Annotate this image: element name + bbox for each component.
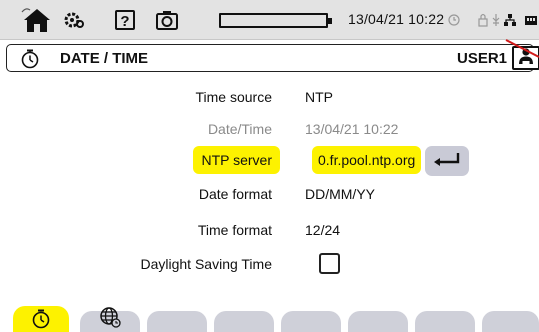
tab-empty-8[interactable] — [482, 311, 539, 332]
ntp-server-field[interactable]: 0.fr.pool.ntp.org — [312, 146, 422, 174]
user-icon — [518, 47, 534, 70]
date-time-label: Date/Time — [207, 121, 272, 137]
globe-tab-icon — [80, 305, 140, 329]
gear-icon[interactable] — [63, 6, 85, 34]
stopwatch-tab-icon — [13, 308, 69, 330]
time-format-label: Time format — [197, 222, 272, 238]
tab-empty-4[interactable] — [214, 311, 274, 332]
stopwatch-icon — [20, 48, 40, 70]
tab-empty-7[interactable] — [415, 311, 475, 332]
usb-icon — [491, 12, 501, 28]
date-format-value[interactable]: DD/MM/YY — [305, 186, 375, 202]
dst-checkbox[interactable] — [319, 253, 340, 274]
time-source-value[interactable]: NTP — [305, 89, 333, 105]
tab-empty-6[interactable] — [348, 311, 408, 332]
tab-timezone[interactable] — [80, 307, 140, 332]
dst-label: Daylight Saving Time — [140, 256, 272, 272]
bottom-tabs — [0, 302, 539, 332]
user-button[interactable] — [512, 46, 539, 70]
status-bar: ? 13/04/21 10:22 — [0, 0, 539, 40]
lock-icon — [478, 12, 488, 28]
date-time-value: 13/04/21 10:22 — [305, 121, 399, 137]
time-source-label: Time source — [195, 89, 272, 105]
page-title: DATE / TIME — [60, 50, 149, 67]
tab-empty-5[interactable] — [281, 311, 341, 332]
ntp-server-label: NTP server — [193, 146, 280, 174]
help-icon[interactable]: ? — [113, 6, 137, 34]
date-format-label: Date format — [198, 186, 272, 202]
enter-icon — [432, 151, 462, 172]
clock-status-icon — [447, 12, 461, 28]
battery-icon — [219, 13, 332, 28]
status-datetime: 13/04/21 10:22 — [348, 11, 445, 27]
home-icon[interactable] — [20, 6, 54, 34]
time-format-value[interactable]: 12/24 — [305, 222, 340, 238]
camera-icon[interactable] — [153, 6, 181, 34]
network-icon — [503, 12, 517, 28]
user-name: USER1 — [457, 50, 508, 67]
tab-date-time[interactable] — [13, 306, 69, 332]
sd-card-icon — [524, 12, 538, 28]
tab-empty-3[interactable] — [147, 311, 207, 332]
enter-button[interactable] — [425, 146, 469, 176]
title-bar: DATE / TIME USER1 — [6, 44, 539, 72]
svg-text:?: ? — [120, 13, 129, 30]
